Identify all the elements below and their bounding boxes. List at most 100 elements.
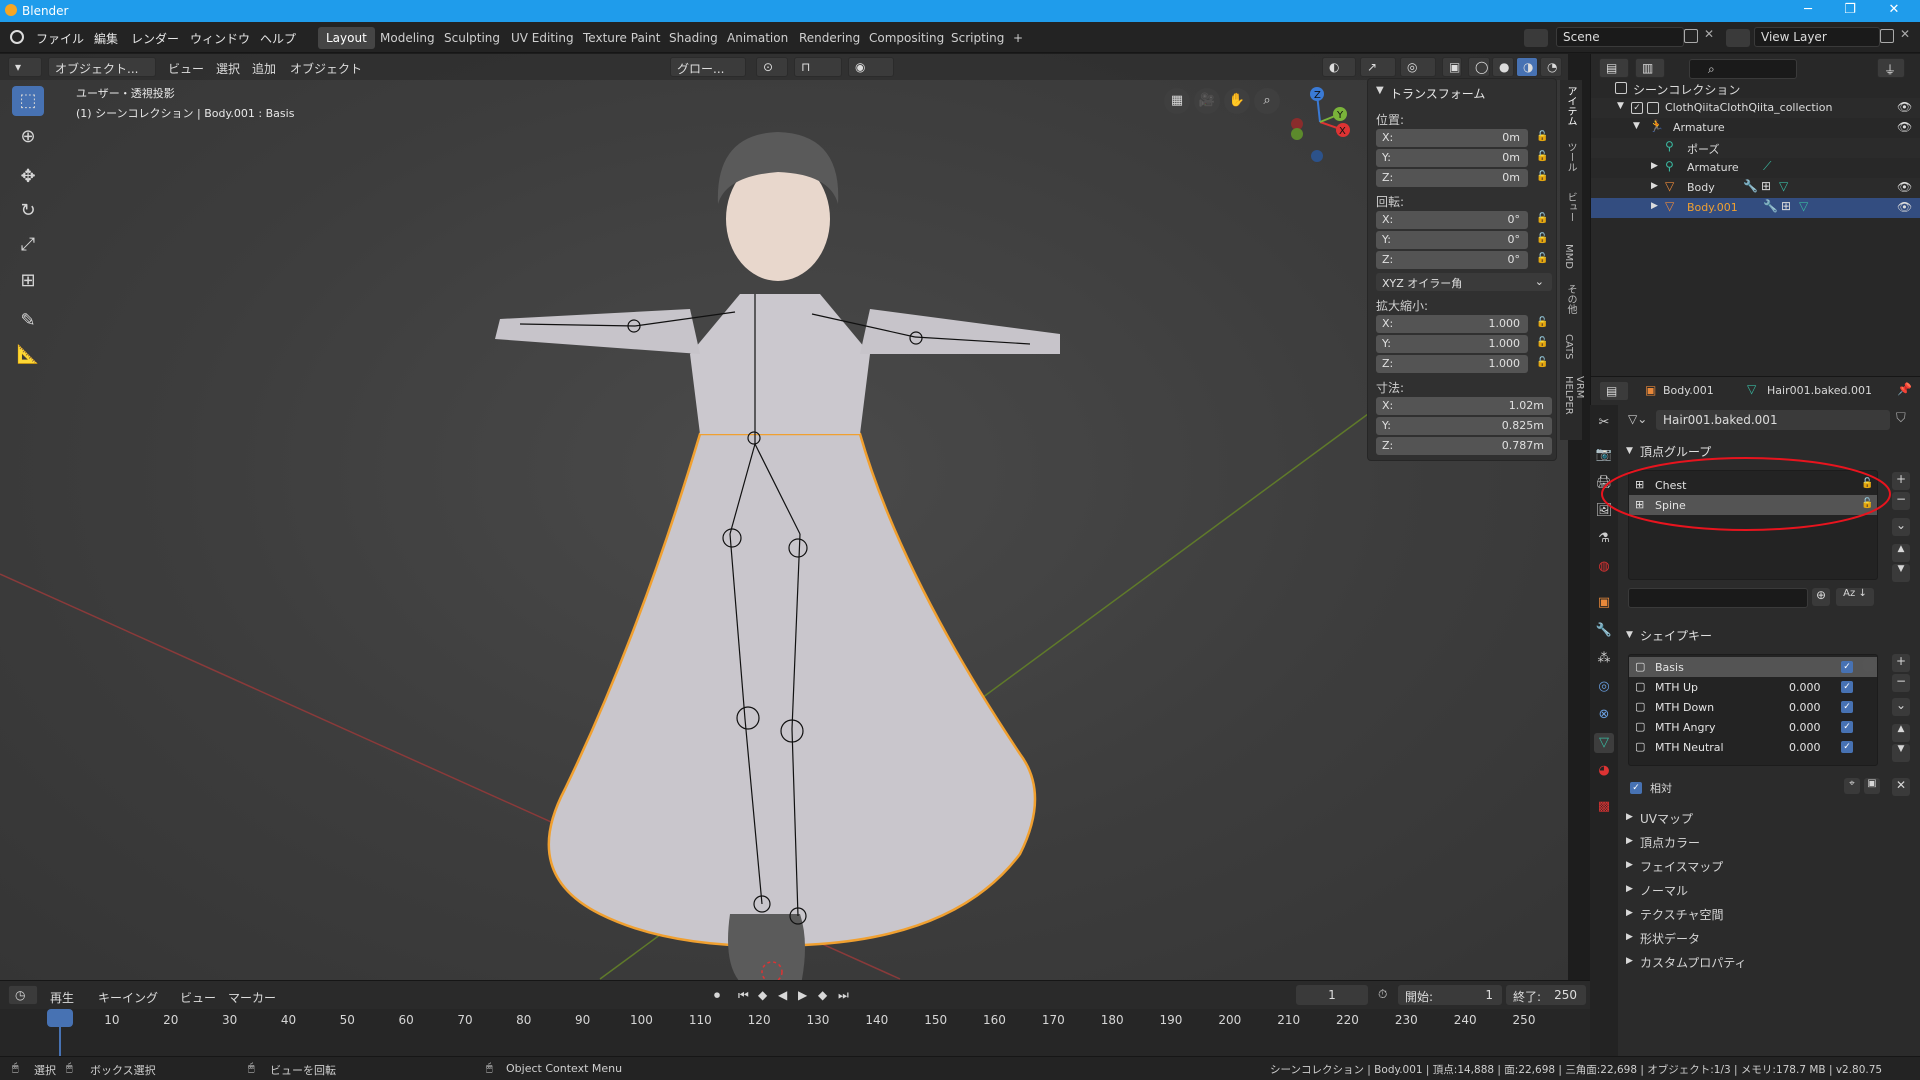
lock-icon[interactable]: 🔓 (1536, 131, 1550, 143)
location-z-field[interactable]: Z: 0m (1376, 169, 1528, 187)
proportional-edit-icon[interactable]: ◉ (848, 57, 894, 77)
expand-arrow-icon[interactable]: ▶ (1651, 161, 1658, 171)
tab-sculpting[interactable]: Sculpting (436, 27, 508, 49)
list-item[interactable]: ▢ Basis ✓ (1629, 657, 1877, 677)
tool-tab-icon[interactable]: ✂ (1594, 413, 1614, 433)
add-menu[interactable]: 追加 (252, 60, 276, 77)
face-maps-section[interactable]: フェイスマップ (1640, 858, 1723, 875)
expand-arrow-icon[interactable]: ▶ (1651, 181, 1658, 191)
rotate-tool-icon[interactable]: ↻ (12, 196, 44, 226)
tab-cats[interactable]: CATS (1563, 334, 1574, 360)
dimensions-x-field[interactable]: X: 1.02m (1376, 397, 1552, 415)
collapse-arrow-icon[interactable]: ▼ (1626, 630, 1633, 640)
shading-rendered-icon[interactable]: ◔ (1540, 57, 1562, 77)
new-view-layer-icon[interactable] (1880, 29, 1894, 43)
clear-shape-key-icon[interactable]: ✕ (1892, 778, 1910, 796)
tab-item[interactable]: アイテム (1563, 86, 1578, 126)
new-scene-icon[interactable] (1684, 29, 1698, 43)
expand-arrow-icon[interactable]: ▼ (1633, 121, 1640, 131)
transform-tool-icon[interactable]: ⊞ (12, 266, 44, 296)
scale-tool-icon[interactable]: ⤢ (12, 230, 44, 260)
vertex-colors-section[interactable]: 頂点カラー (1640, 834, 1700, 851)
lock-icon[interactable]: 🔓 (1536, 213, 1550, 225)
tab-view[interactable]: ビュー (1563, 192, 1578, 222)
outliner-row-body[interactable]: ▶ ▽ Body 🔧 ⊞ ▽ 👁 (1591, 178, 1920, 198)
list-item[interactable]: ▢ MTH Angry 0.000 ✓ (1629, 717, 1877, 737)
modifier-tab-icon[interactable]: 🔧 (1594, 621, 1614, 641)
gizmo-toggle-icon[interactable]: ↗ (1360, 57, 1396, 77)
viewport-3d[interactable] (0, 54, 1568, 980)
scale-y-field[interactable]: Y: 1.000 (1376, 335, 1528, 353)
shading-wireframe-icon[interactable]: ◯ (1468, 57, 1490, 77)
menu-file[interactable]: ファイル (36, 30, 84, 47)
world-tab-icon[interactable]: ◍ (1594, 557, 1614, 577)
tab-modeling[interactable]: Modeling (372, 27, 443, 49)
geometry-data-section[interactable]: 形状データ (1640, 930, 1700, 947)
view-menu[interactable]: ビュー (168, 60, 204, 77)
menu-window[interactable]: ウィンドウ (190, 30, 250, 47)
location-y-field[interactable]: Y: 0m (1376, 149, 1528, 167)
camera-view-icon[interactable]: 🎥 (1194, 88, 1220, 114)
eye-icon[interactable]: 👁 (1897, 120, 1912, 134)
normals-section[interactable]: ノーマル (1640, 882, 1688, 899)
xray-toggle-icon[interactable]: ▣ (1442, 57, 1462, 77)
tab-layout[interactable]: Layout (318, 27, 375, 49)
menu-help[interactable]: ヘルプ (260, 30, 296, 47)
menu-render[interactable]: レンダー (131, 30, 179, 47)
filter-add-icon[interactable]: ⊕ (1812, 588, 1830, 606)
outliner-row-scene-collection[interactable]: シーンコレクション (1591, 78, 1920, 98)
view-layer-icon[interactable] (1726, 29, 1750, 47)
annotate-tool-icon[interactable]: ✎ (12, 306, 44, 336)
shape-key-checkbox[interactable]: ✓ (1841, 681, 1853, 693)
lock-icon[interactable]: 🔓 (1536, 171, 1550, 183)
display-mode-icon[interactable]: ▥ (1635, 58, 1665, 78)
sort-alpha-icon[interactable]: Az ↓ (1836, 588, 1874, 606)
transform-orientation-dropdown[interactable]: グロー... (670, 57, 746, 77)
properties-editor-type-icon[interactable]: ▤ (1599, 381, 1629, 401)
collapse-arrow-icon[interactable]: ▼ (1376, 85, 1384, 96)
select-box-tool-icon[interactable]: ⬚ (12, 86, 44, 116)
outliner-row-pose[interactable]: ⚲ ポーズ (1591, 138, 1920, 158)
scale-z-field[interactable]: Z: 1.000 (1376, 355, 1528, 373)
current-frame-indicator[interactable] (47, 1009, 73, 1027)
expand-arrow-icon[interactable]: ▶ (1626, 884, 1633, 894)
move-tool-icon[interactable]: ✥ (12, 162, 44, 192)
scale-x-field[interactable]: X: 1.000 (1376, 315, 1528, 333)
lock-icon[interactable]: 🔓 (1536, 337, 1550, 349)
uv-maps-section[interactable]: UVマップ (1640, 810, 1693, 827)
pivot-point-icon[interactable]: ⊙ (756, 57, 788, 77)
remove-shape-key-button[interactable]: − (1892, 674, 1910, 692)
expand-arrow-icon[interactable]: ▶ (1626, 860, 1633, 870)
timeline[interactable]: ◷ 再生 キーイング ビュー マーカー ⏺ ⏮ ◆ ◀ ▶ ◆ ⏭ 1 ⏱ 開始… (0, 980, 1590, 1057)
dimensions-z-field[interactable]: Z: 0.787m (1376, 437, 1552, 455)
editor-type-button[interactable]: ▾ (8, 57, 42, 77)
shape-key-checkbox[interactable]: ✓ (1841, 721, 1853, 733)
location-x-field[interactable]: X: 0m (1376, 129, 1528, 147)
tab-mmd[interactable]: MMD (1563, 244, 1574, 269)
snap-icon[interactable]: ⊓ (794, 57, 842, 77)
visibility-icon[interactable]: ◐ (1322, 57, 1356, 77)
shape-key-pin-icon[interactable] (1862, 658, 1876, 672)
expand-arrow-icon[interactable]: ▶ (1626, 956, 1633, 966)
list-item[interactable]: ▢ MTH Up 0.000 ✓ (1629, 677, 1877, 697)
shape-key-edit-mode-icon[interactable]: ⌖ (1844, 778, 1860, 794)
mesh-name-field[interactable]: Hair001.baked.001 (1656, 410, 1890, 430)
shape-key-checkbox[interactable]: ✓ (1841, 741, 1853, 753)
outliner-row-armature-data[interactable]: ▶ ⚲ Armature ⟋ (1591, 158, 1920, 178)
lock-icon[interactable]: 🔓 (1536, 317, 1550, 329)
add-workspace-button[interactable]: + (1005, 27, 1031, 49)
expand-arrow-icon[interactable]: ▶ (1626, 932, 1633, 942)
shape-key-checkbox[interactable]: ✓ (1841, 701, 1853, 713)
lock-icon[interactable]: 🔓 (1536, 233, 1550, 245)
lock-icon[interactable]: 🔓 (1536, 151, 1550, 163)
list-item[interactable]: ▢ MTH Down 0.000 ✓ (1629, 697, 1877, 717)
mesh-data-tab-icon[interactable]: ▽ (1594, 733, 1614, 753)
tab-rendering[interactable]: Rendering (791, 27, 868, 49)
menu-edit[interactable]: 編集 (94, 30, 118, 47)
tab-scripting[interactable]: Scripting (943, 27, 1012, 49)
mesh-data-icon[interactable]: ▽⌄ (1628, 412, 1647, 426)
cursor-tool-icon[interactable]: ⊕ (12, 122, 44, 152)
tab-tool[interactable]: ツール (1563, 142, 1578, 172)
rotation-x-field[interactable]: X: 0° (1376, 211, 1528, 229)
tab-texture-paint[interactable]: Texture Paint (575, 27, 668, 49)
